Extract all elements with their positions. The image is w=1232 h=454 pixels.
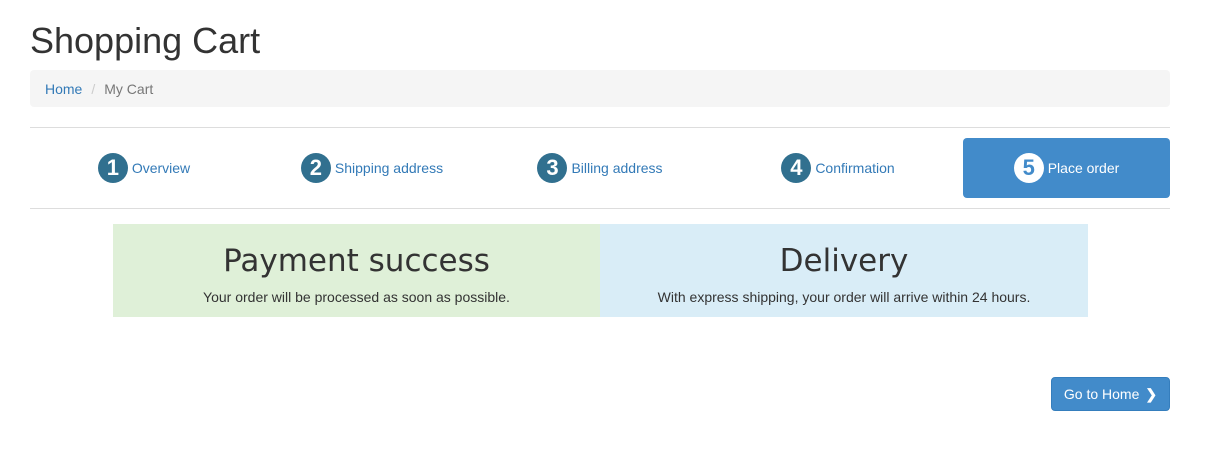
page-title: Shopping Cart: [30, 20, 261, 61]
go-to-home-label: Go to Home: [1063, 386, 1140, 402]
go-to-home-button[interactable]: Go to Home ❯: [1051, 377, 1170, 411]
chevron-right-icon: ❯: [1145, 385, 1158, 402]
step-label: Confirmation: [815, 160, 895, 176]
payment-success-text: Your order will be processed as soon as …: [203, 289, 510, 305]
step-number: 1: [97, 153, 128, 183]
step-place-order[interactable]: 5 Place order: [963, 138, 1170, 198]
step-label: Overview: [131, 160, 191, 176]
breadcrumb-current: My Cart: [104, 80, 154, 97]
breadcrumb-separator: /: [91, 80, 96, 97]
delivery-panel: Delivery With express shipping, your ord…: [600, 224, 1088, 317]
breadcrumb: Home / My Cart: [30, 70, 1170, 107]
step-shipping-address[interactable]: 2 Shipping address: [258, 138, 486, 198]
step-number: 2: [300, 153, 331, 183]
step-confirmation[interactable]: 4 Confirmation: [724, 138, 952, 198]
delivery-text: With express shipping, your order will a…: [657, 289, 1031, 305]
payment-success-title: Payment success: [223, 243, 490, 279]
steps-divider-top: [30, 127, 1170, 128]
step-label: Billing address: [571, 160, 663, 176]
steps-divider-bottom: [30, 208, 1170, 209]
step-overview[interactable]: 1 Overview: [30, 138, 258, 198]
delivery-title: Delivery: [779, 243, 909, 279]
payment-success-panel: Payment success Your order will be proce…: [113, 224, 600, 317]
step-label: Place order: [1047, 160, 1120, 176]
step-number: 5: [1013, 153, 1044, 183]
step-number: 3: [537, 153, 568, 183]
step-billing-address[interactable]: 3 Billing address: [486, 138, 714, 198]
breadcrumb-home-link[interactable]: Home: [45, 81, 82, 97]
step-number: 4: [781, 153, 812, 183]
step-label: Shipping address: [334, 160, 444, 176]
